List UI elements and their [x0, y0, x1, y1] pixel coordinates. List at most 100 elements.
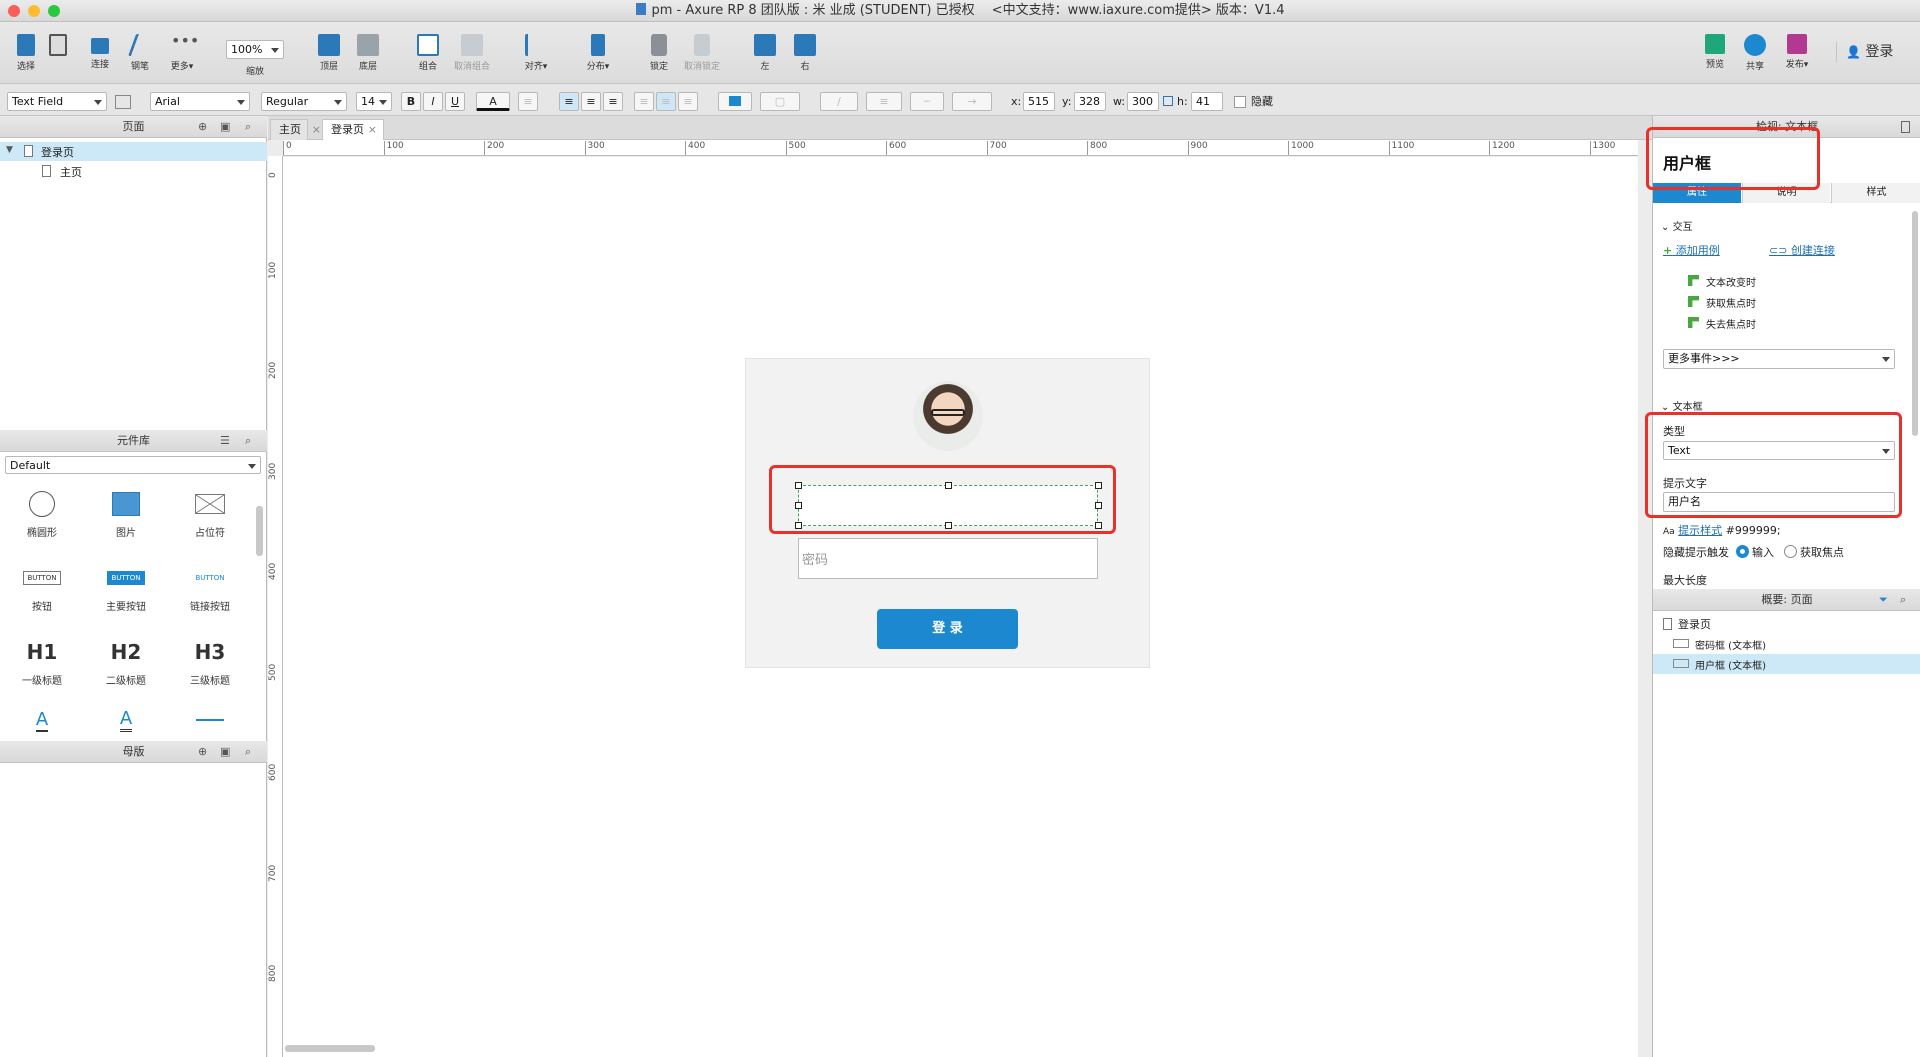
library-h3[interactable]: H3 三级标题 — [168, 632, 252, 687]
close-window-button[interactable] — [8, 5, 20, 17]
align-text-right-button[interactable]: ≡ — [603, 92, 623, 111]
publish-button[interactable]: 发布▾ — [1780, 34, 1814, 70]
bullet-list-button[interactable]: ≡ — [518, 92, 538, 111]
font-size-select[interactable]: 14 — [356, 92, 392, 111]
search-pages-icon[interactable]: ⌕ — [245, 116, 251, 138]
line-style-button[interactable]: ┄ — [910, 92, 944, 111]
add-page-icon[interactable]: ⊕ — [198, 116, 207, 138]
library-h1[interactable]: H1 一级标题 — [0, 632, 84, 687]
radio-focus[interactable] — [1783, 545, 1797, 558]
hidden-checkbox[interactable] — [1234, 96, 1246, 108]
widget-type-select[interactable]: Text Field — [7, 92, 107, 111]
add-case-link[interactable]: + 添加用例 — [1663, 242, 1720, 258]
zoom-window-button[interactable] — [48, 5, 60, 17]
create-link-link[interactable]: ⊂⊃ 创建连接 — [1769, 242, 1835, 258]
y-input[interactable]: 328 — [1074, 92, 1106, 111]
shadow-button[interactable]: ▢ — [760, 92, 800, 111]
interaction-section-header[interactable]: ⌄ 交互 — [1661, 218, 1693, 233]
avatar[interactable] — [913, 381, 983, 451]
add-folder-icon[interactable]: ▣ — [220, 116, 230, 138]
align-text-left-button[interactable]: ≡ — [559, 92, 579, 111]
x-input[interactable]: 515 — [1023, 92, 1055, 111]
font-color-button[interactable]: A — [476, 92, 510, 111]
arrow-style-button[interactable]: → — [952, 92, 992, 111]
library-label[interactable]: A — [0, 706, 84, 734]
outline-item-password[interactable]: 密码框 (文本框) — [1653, 634, 1920, 654]
inspector-scrollbar[interactable] — [1912, 211, 1918, 436]
library-menu-icon[interactable]: ☰ — [220, 430, 230, 452]
password-field[interactable]: 密码 — [798, 538, 1098, 579]
close-tab-icon[interactable]: × — [312, 120, 321, 140]
ungroup-button[interactable]: 取消组合 — [450, 34, 494, 72]
event-focus[interactable]: 获取焦点时 — [1688, 295, 1756, 310]
library-link-button[interactable]: BUTTON 链接按钮 — [168, 558, 252, 613]
textbox-section-header[interactable]: ⌄ 文本框 — [1661, 398, 1703, 413]
notes-page-icon[interactable] — [1901, 121, 1910, 133]
connect-tool[interactable]: 连接 — [86, 34, 114, 70]
add-master-folder-icon[interactable]: ▣ — [220, 741, 230, 763]
library-scrollbar[interactable] — [256, 506, 263, 556]
align-text-center-button[interactable]: ≡ — [581, 92, 601, 111]
zoom-select[interactable]: 100% — [226, 40, 284, 59]
filter-icon[interactable]: ⏷ — [1879, 589, 1888, 611]
select-tool[interactable]: 选择 — [12, 34, 40, 72]
search-masters-icon[interactable]: ⌕ — [245, 741, 251, 763]
unlock-button[interactable]: 取消锁定 — [680, 34, 724, 72]
bold-button[interactable]: B — [401, 92, 421, 111]
send-to-back-button[interactable]: 底层 — [353, 34, 383, 72]
collapse-arrow-icon[interactable]: ▼ — [6, 145, 13, 155]
select-mode-tool[interactable] — [46, 34, 70, 59]
valign-bottom-button[interactable]: ≡ — [678, 92, 698, 111]
fill-color-button[interactable] — [718, 92, 752, 111]
library-paragraph[interactable]: A — [84, 706, 168, 734]
library-placeholder[interactable]: 占位符 — [168, 484, 252, 539]
valign-middle-button[interactable]: ≡ — [656, 92, 676, 111]
minimize-window-button[interactable] — [28, 5, 40, 17]
bring-to-front-button[interactable]: 顶层 — [314, 34, 344, 72]
more-tools-button[interactable]: ••• 更多▾ — [164, 33, 200, 73]
library-image[interactable]: 图片 — [84, 484, 168, 539]
outline-item-username[interactable]: 用户框 (文本框) — [1653, 654, 1920, 674]
line-width-button[interactable]: ≡ — [866, 92, 902, 111]
h-input[interactable]: 41 — [1191, 92, 1223, 111]
style-edit-icon[interactable] — [115, 95, 131, 109]
library-ellipse[interactable]: 椭圆形 — [0, 484, 84, 539]
lock-button[interactable]: 锁定 — [644, 34, 674, 72]
more-events-select[interactable]: 更多事件>>> — [1663, 349, 1895, 369]
event-text-change[interactable]: 文本改变时 — [1688, 274, 1756, 289]
library-select[interactable]: Default — [5, 456, 261, 474]
align-button[interactable]: 对齐▾ — [520, 34, 552, 72]
outline-page[interactable]: 登录页 — [1663, 616, 1711, 632]
login-account-button[interactable]: 👤 登录 — [1846, 41, 1893, 61]
pen-tool[interactable]: 钢笔 — [126, 34, 154, 72]
login-button[interactable]: 登 录 — [877, 609, 1018, 649]
font-family-select[interactable]: Arial — [150, 92, 250, 111]
valign-top-button[interactable]: ≡ — [634, 92, 654, 111]
canvas-horizontal-scrollbar[interactable] — [285, 1045, 375, 1052]
underline-button[interactable]: U — [445, 92, 465, 111]
w-input[interactable]: 300 — [1127, 92, 1159, 111]
tab-style[interactable]: 样式 — [1831, 183, 1920, 203]
distribute-button[interactable]: 分布▾ — [582, 34, 614, 72]
right-button[interactable]: 右 — [792, 34, 818, 72]
page-item-login[interactable]: ▼ 登录页 — [0, 142, 267, 161]
left-button[interactable]: 左 — [752, 34, 778, 72]
share-button[interactable]: 共享 — [1740, 34, 1770, 72]
library-line[interactable] — [168, 706, 252, 734]
close-tab-icon[interactable]: × — [368, 120, 377, 140]
design-canvas[interactable]: 密码 登 录 — [283, 157, 1638, 1057]
line-color-button[interactable]: ∕ — [820, 92, 858, 111]
add-master-icon[interactable]: ⊕ — [198, 741, 207, 763]
lock-aspect-icon[interactable] — [1163, 96, 1173, 106]
tab-home[interactable]: 主页 × — [270, 119, 321, 140]
search-outline-icon[interactable]: ⌕ — [1900, 589, 1906, 611]
search-library-icon[interactable]: ⌕ — [245, 430, 251, 452]
hint-style-link[interactable]: 提示样式 — [1678, 524, 1722, 537]
library-h2[interactable]: H2 二级标题 — [84, 632, 168, 687]
italic-button[interactable]: I — [423, 92, 443, 111]
tab-login[interactable]: 登录页 × — [322, 119, 384, 140]
page-item-home[interactable]: 主页 — [0, 162, 267, 181]
library-button[interactable]: BUTTON 按钮 — [0, 558, 84, 613]
group-button[interactable]: 组合 — [413, 34, 443, 72]
preview-button[interactable]: 预览 — [1700, 34, 1730, 70]
